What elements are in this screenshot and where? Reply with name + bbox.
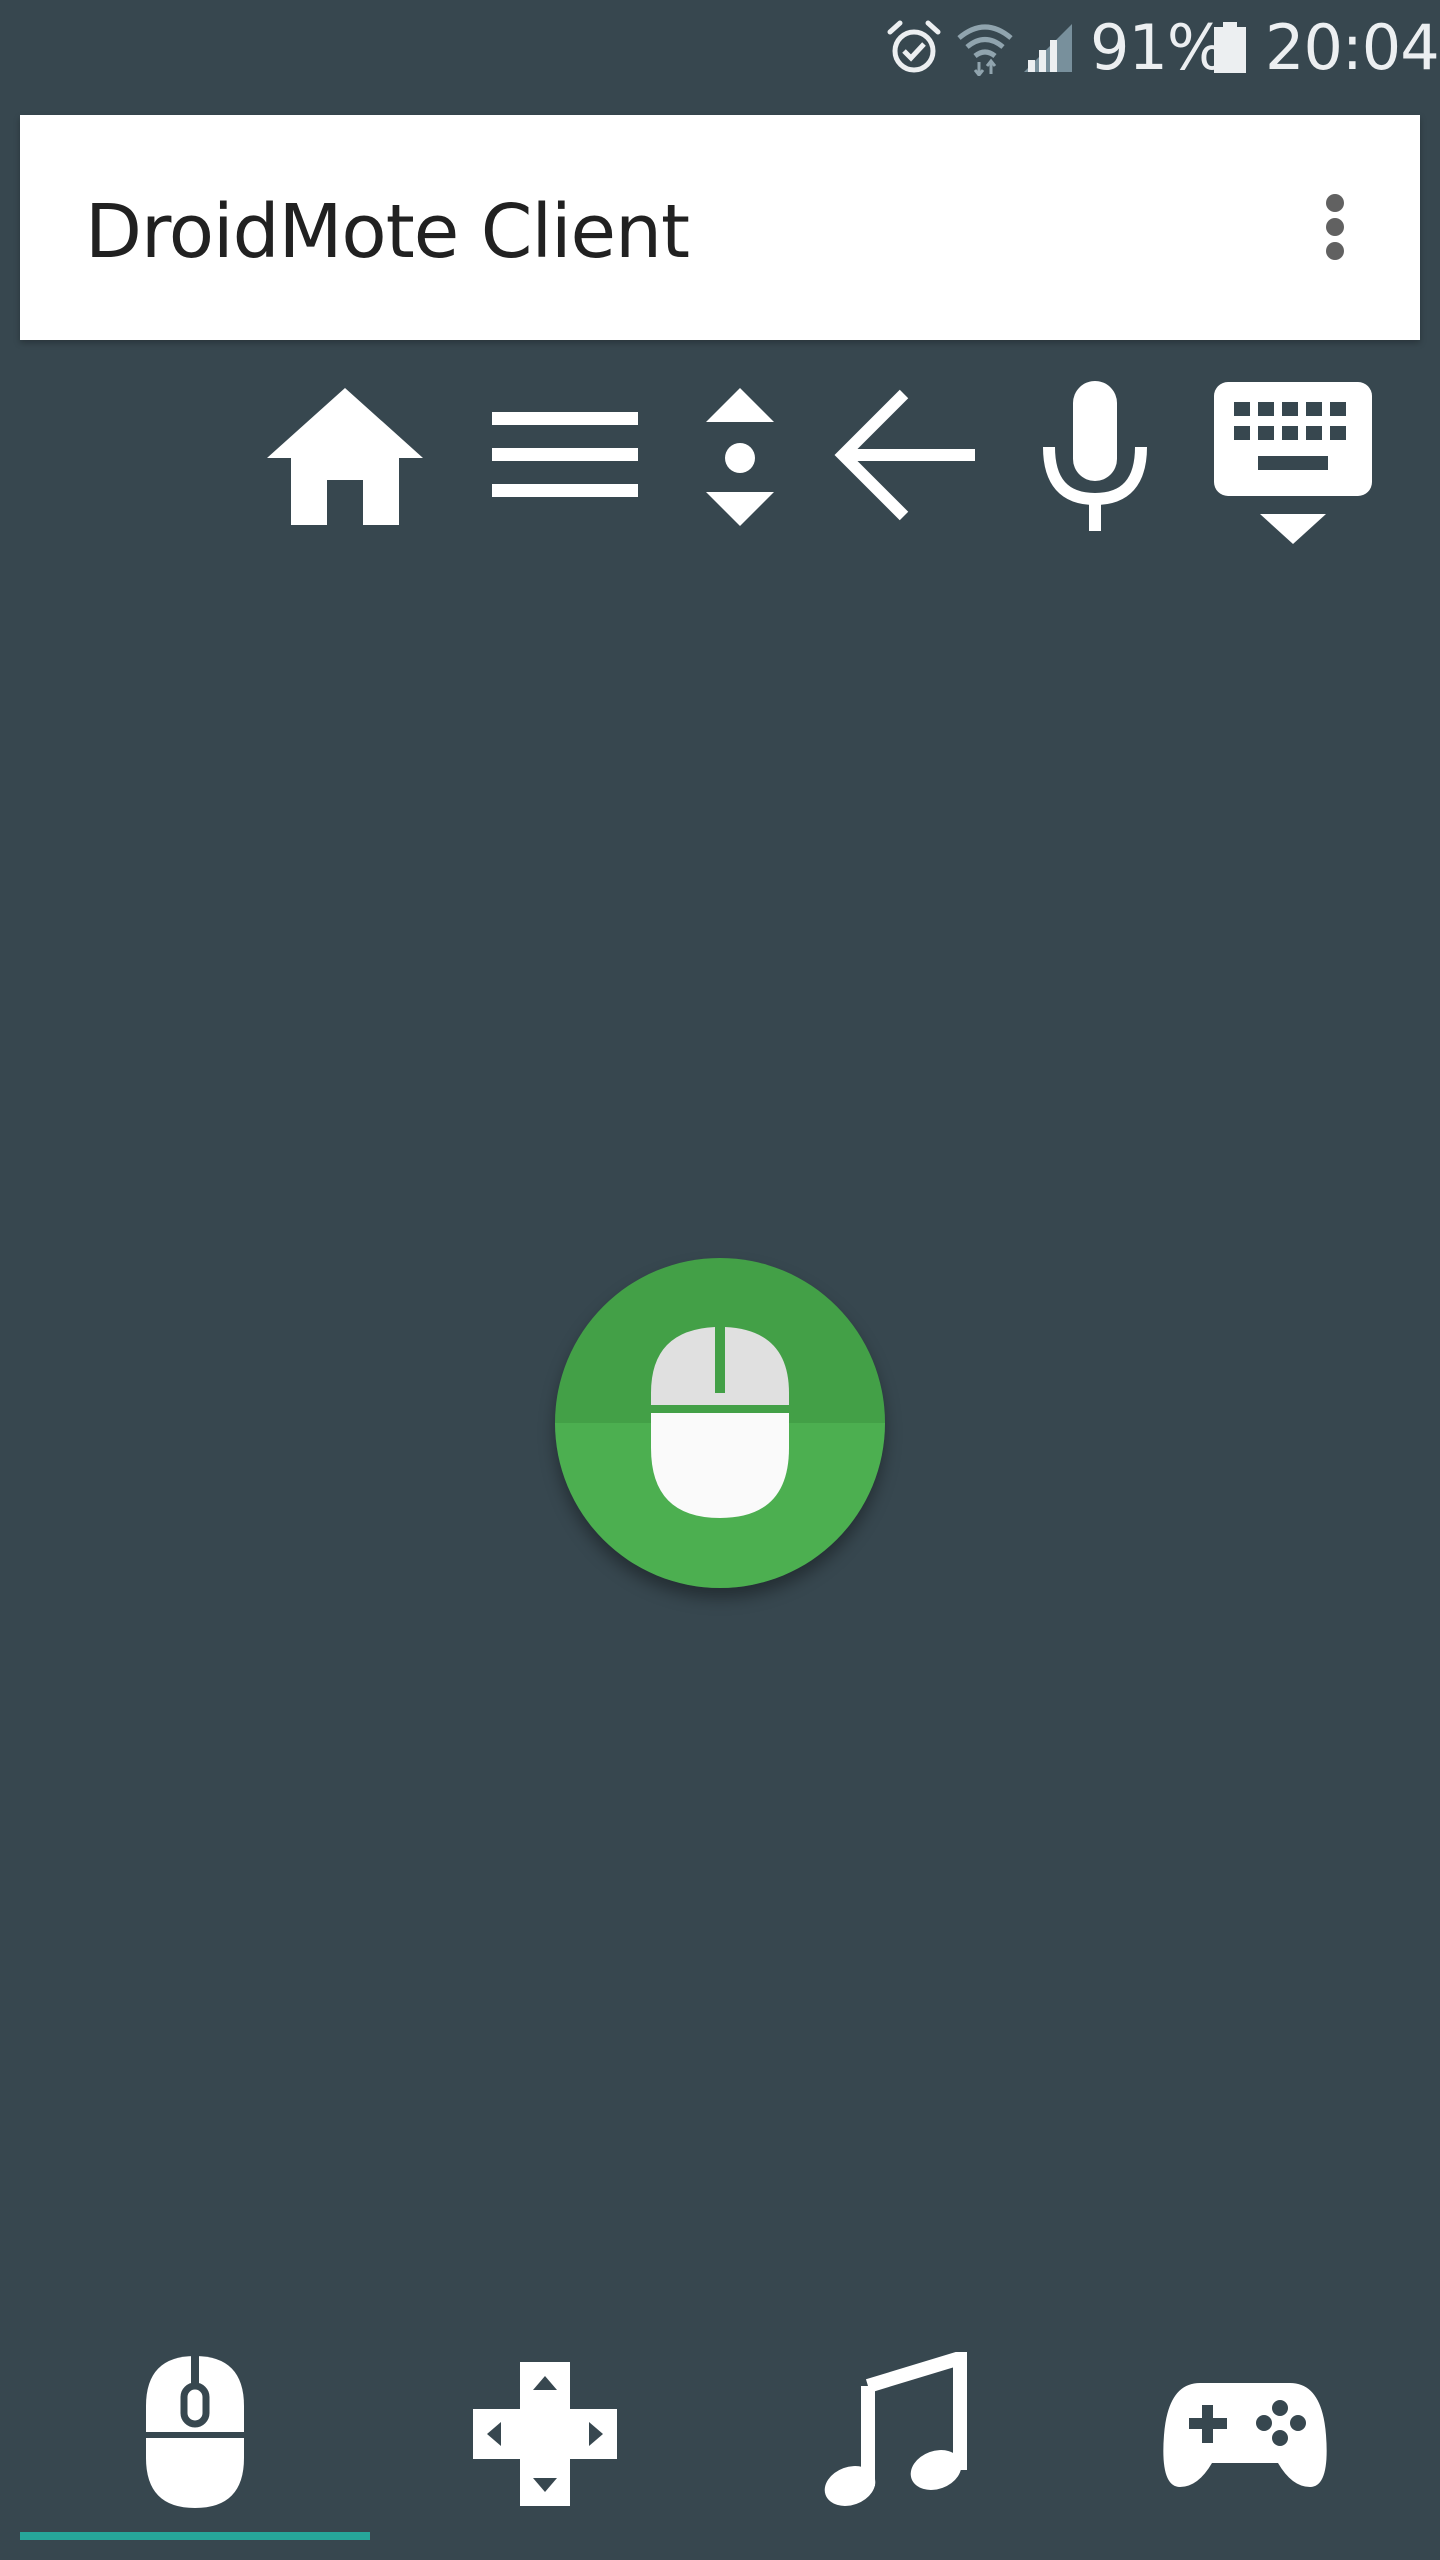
keyboard-icon — [1213, 381, 1372, 544]
mouse-icon — [146, 2356, 244, 2508]
back-button[interactable] — [825, 380, 985, 530]
voice-button[interactable] — [1030, 370, 1160, 540]
wifi-icon — [957, 24, 1013, 76]
battery-icon — [1214, 22, 1246, 73]
music-note-icon — [824, 2352, 967, 2506]
menu-icon — [492, 412, 638, 497]
tab-media[interactable] — [715, 2340, 1075, 2560]
keyboard-button[interactable] — [1205, 375, 1380, 550]
tab-mouse[interactable] — [15, 2340, 375, 2560]
scroll-icon — [706, 388, 774, 526]
back-arrow-icon — [834, 389, 975, 521]
mic-icon — [1043, 381, 1147, 531]
tab-dpad[interactable] — [365, 2340, 725, 2560]
mouse-icon — [651, 1327, 789, 1518]
signal-icon — [1024, 24, 1072, 72]
app-title: DroidMote Client — [85, 189, 690, 275]
overflow-menu-button[interactable] — [1295, 177, 1375, 277]
status-bar: 91% 20:04 — [0, 0, 1440, 100]
status-time: 20:04 — [1265, 11, 1440, 84]
dpad-icon — [473, 2362, 617, 2506]
home-button[interactable] — [260, 375, 430, 530]
more-vert-icon — [1326, 194, 1344, 260]
menu-button[interactable] — [485, 395, 645, 515]
home-icon — [267, 388, 423, 525]
scroll-button[interactable] — [690, 375, 790, 535]
mouse-mode-button[interactable] — [555, 1258, 885, 1588]
gamepad-icon — [1163, 2383, 1327, 2487]
selected-tab-indicator — [20, 2532, 370, 2540]
battery-percent: 91% — [1090, 11, 1226, 84]
app-bar: DroidMote Client — [20, 115, 1420, 340]
tab-gamepad[interactable] — [1065, 2340, 1425, 2560]
alarm-icon — [887, 20, 941, 73]
